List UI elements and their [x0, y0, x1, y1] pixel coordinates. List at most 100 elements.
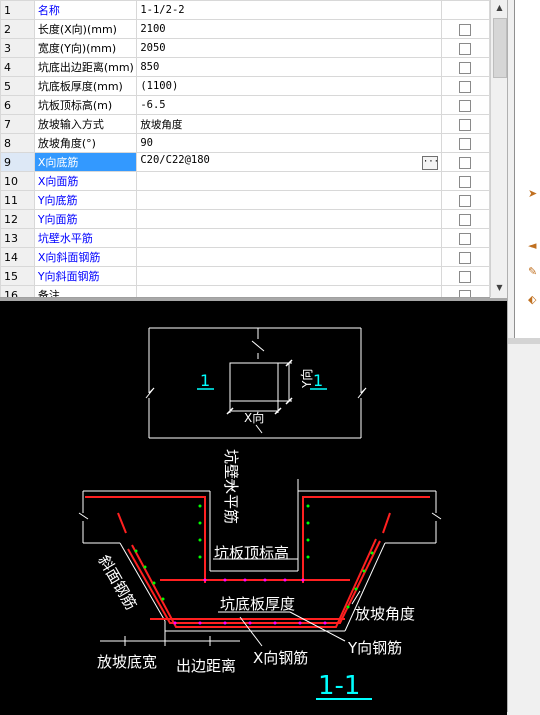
row-number: 13: [0, 228, 35, 248]
property-name[interactable]: 名称: [33, 0, 138, 20]
property-name[interactable]: 坑板顶标高(m): [33, 95, 138, 115]
property-value[interactable]: [136, 285, 442, 297]
property-name[interactable]: 长度(X向)(mm): [33, 19, 138, 39]
ellipsis-button[interactable]: ···: [421, 156, 439, 170]
right-toolbar: ➤ ◄ ✎ ⬖: [507, 0, 540, 712]
property-checkbox[interactable]: [459, 232, 472, 245]
property-checkbox[interactable]: [459, 42, 472, 55]
scroll-thumb[interactable]: [493, 18, 507, 78]
property-row[interactable]: 14 X向斜面钢筋: [0, 247, 490, 267]
property-name[interactable]: X向斜面钢筋: [33, 247, 138, 267]
row-number: 9: [0, 152, 35, 172]
property-checkbox[interactable]: [459, 23, 472, 36]
property-row[interactable]: 4 坑底出边距离(mm) 850: [0, 57, 490, 77]
toolbar-arrow-icon[interactable]: ➤: [528, 188, 540, 200]
property-row[interactable]: 6 坑板顶标高(m) -6.5: [0, 95, 490, 115]
property-checkbox[interactable]: [459, 251, 472, 264]
property-checkbox[interactable]: [459, 156, 472, 169]
property-row[interactable]: 1 名称 1-1/2-2: [0, 0, 490, 20]
property-value-text: -6.5: [140, 99, 166, 111]
property-name[interactable]: 坑壁水平筋: [33, 228, 138, 248]
label-slope-angle: 放坡角度: [355, 605, 415, 623]
section-title: 1-1: [318, 671, 360, 701]
property-checkbox[interactable]: [459, 270, 472, 283]
plan-ticks: [226, 359, 293, 415]
property-checkbox[interactable]: [459, 137, 472, 150]
label-y-rebar: Y向钢筋: [347, 639, 402, 657]
property-checkbox[interactable]: [459, 289, 472, 297]
property-value-text: 放坡角度: [140, 118, 183, 131]
property-checkbox-cell: [440, 114, 490, 134]
label-x-rebar: X向钢筋: [253, 649, 308, 667]
property-name[interactable]: 坑底出边距离(mm): [33, 57, 138, 77]
property-value[interactable]: 放坡角度: [136, 114, 442, 134]
property-checkbox[interactable]: [459, 175, 472, 188]
property-row[interactable]: 15 Y向斜面钢筋: [0, 266, 490, 286]
property-value[interactable]: [136, 266, 442, 286]
property-checkbox-cell: [440, 266, 490, 286]
property-row[interactable]: 16 备注: [0, 285, 490, 297]
property-row[interactable]: 9 X向底筋 C20/C22@180 ···: [0, 152, 490, 172]
property-value[interactable]: -6.5: [136, 95, 442, 115]
row-number: 6: [0, 95, 35, 115]
property-value[interactable]: 850: [136, 57, 442, 77]
property-value[interactable]: 1-1/2-2: [136, 0, 442, 20]
label-slope-width: 放坡底宽: [97, 653, 157, 671]
property-name[interactable]: 备注: [33, 285, 138, 297]
property-row[interactable]: 3 宽度(Y向)(mm) 2050: [0, 38, 490, 58]
plan-y-label: Y向: [299, 369, 314, 389]
scroll-down-arrow-icon[interactable]: ▼: [491, 280, 508, 296]
toolbar-arrow-left-icon[interactable]: ◄: [528, 240, 540, 252]
property-value[interactable]: C20/C22@180 ···: [136, 152, 442, 172]
row-number: 14: [0, 247, 35, 267]
property-name[interactable]: X向面筋: [33, 171, 138, 191]
section-marker-left: 1: [200, 371, 210, 390]
property-name[interactable]: 坑底板厚度(mm): [33, 76, 138, 96]
label-edge-distance: 出边距离: [176, 657, 236, 675]
property-value[interactable]: [136, 247, 442, 267]
property-value-text: 2050: [140, 42, 166, 54]
property-value[interactable]: [136, 190, 442, 210]
property-checkbox[interactable]: [459, 99, 472, 112]
property-value-text: 2100: [140, 23, 166, 35]
property-value[interactable]: [136, 209, 442, 229]
property-value[interactable]: 2050: [136, 38, 442, 58]
row-number: 1: [0, 0, 35, 20]
property-name[interactable]: 宽度(Y向)(mm): [33, 38, 138, 58]
property-row[interactable]: 10 X向面筋: [0, 171, 490, 191]
label-bottom-thickness: 坑底板厚度: [220, 595, 295, 613]
property-row[interactable]: 5 坑底板厚度(mm) (1100): [0, 76, 490, 96]
property-checkbox[interactable]: [459, 61, 472, 74]
property-checkbox-cell: [440, 190, 490, 210]
property-row[interactable]: 8 放坡角度(°) 90: [0, 133, 490, 153]
vertical-scrollbar[interactable]: ▲ ▼: [490, 0, 508, 297]
property-value[interactable]: [136, 228, 442, 248]
property-checkbox[interactable]: [459, 194, 472, 207]
cad-preview: X向 Y向 1 1 坑壁水平筋 斜面钢筋 坑板顶标高 坑底板厚度 放坡角度 Y向…: [0, 298, 507, 715]
property-grid: 1 名称 1-1/2-2 2 长度(X向)(mm) 2100 3 宽度(Y向)(mm) 2050…: [0, 0, 490, 298]
property-value[interactable]: [136, 171, 442, 191]
property-checkbox-cell: [440, 152, 490, 172]
property-value-text: C20/C22@180: [140, 154, 210, 166]
scroll-up-arrow-icon[interactable]: ▲: [491, 0, 508, 16]
property-row[interactable]: 13 坑壁水平筋: [0, 228, 490, 248]
property-name[interactable]: X向底筋: [33, 152, 138, 172]
property-value[interactable]: 90: [136, 133, 442, 153]
row-number: 11: [0, 190, 35, 210]
property-checkbox[interactable]: [459, 213, 472, 226]
property-checkbox[interactable]: [459, 80, 472, 93]
property-name[interactable]: 放坡角度(°): [33, 133, 138, 153]
property-name[interactable]: Y向斜面钢筋: [33, 266, 138, 286]
property-value[interactable]: (1100): [136, 76, 442, 96]
property-row[interactable]: 7 放坡输入方式 放坡角度: [0, 114, 490, 134]
property-row[interactable]: 12 Y向面筋: [0, 209, 490, 229]
property-row[interactable]: 2 长度(X向)(mm) 2100: [0, 19, 490, 39]
property-row[interactable]: 11 Y向底筋: [0, 190, 490, 210]
property-name[interactable]: Y向面筋: [33, 209, 138, 229]
property-checkbox[interactable]: [459, 118, 472, 131]
property-name[interactable]: Y向底筋: [33, 190, 138, 210]
property-value[interactable]: 2100: [136, 19, 442, 39]
toolbar-tool-icon[interactable]: ⬖: [528, 294, 540, 306]
toolbar-edit-icon[interactable]: ✎: [528, 266, 540, 278]
property-name[interactable]: 放坡输入方式: [33, 114, 138, 134]
